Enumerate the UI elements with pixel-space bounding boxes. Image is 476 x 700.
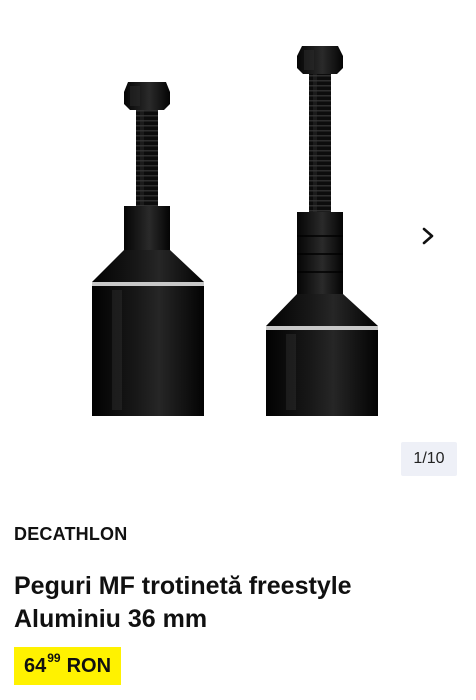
chevron-right-icon [422, 227, 434, 245]
price-currency: RON [66, 654, 112, 677]
left-peg [92, 82, 204, 416]
price-tag: 64 99 RON [14, 647, 122, 685]
next-image-button[interactable] [410, 218, 446, 254]
right-peg [266, 46, 378, 416]
image-counter: 1/10 [401, 442, 457, 476]
product-page: 1/10 DECATHLON Peguri MF trotinetă frees… [0, 0, 476, 700]
price-integer: 64 [24, 654, 47, 677]
product-photo [92, 46, 378, 416]
product-image-gallery[interactable]: 1/10 [0, 0, 476, 500]
product-title: Peguri MF trotinetă freestyle Aluminiu 3… [14, 572, 352, 633]
brand-name[interactable]: DECATHLON [14, 524, 127, 545]
price-decimals: 99 [47, 651, 61, 665]
